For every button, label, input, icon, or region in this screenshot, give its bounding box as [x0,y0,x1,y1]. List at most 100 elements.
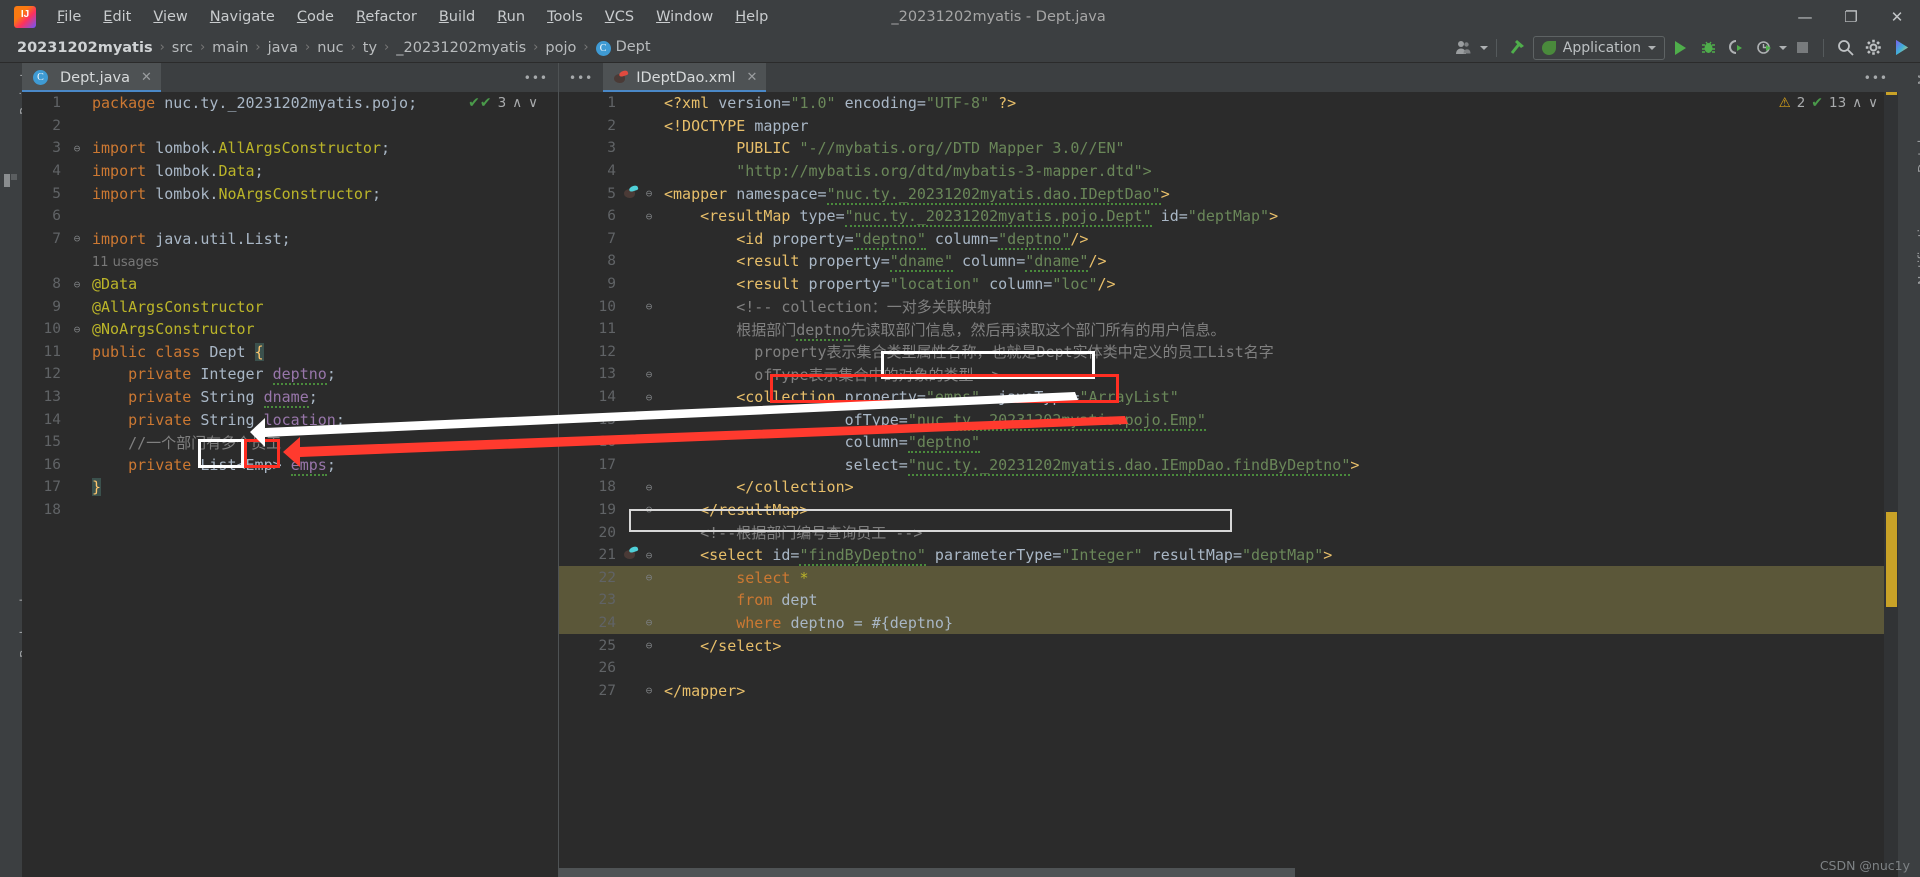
code-line[interactable]: 19 ⊖ </resultMap> [559,499,1898,522]
editor-options-kebab-icon[interactable]: • • • [1854,63,1898,92]
next-problem-icon[interactable]: ∨ [1868,95,1878,111]
menu-code[interactable]: Code [286,4,345,30]
code-line[interactable]: 4 "http://mybatis.org/dtd/mybatis-3-mapp… [559,160,1898,183]
fold-marker-icon[interactable]: ⊖ [640,571,658,584]
breadcrumb-item-dept[interactable]: C Dept [593,37,654,58]
code-line[interactable]: 24 ⊖ where deptno = #{deptno} [559,611,1898,635]
code-line[interactable]: 11 根据部门deptno先读取部门信息，然后再读取这个部门所有的用户信息。 [559,318,1898,341]
close-icon[interactable]: ✕ [141,70,152,85]
menu-vcs[interactable]: VCS [594,4,645,30]
structure-icon[interactable] [4,173,18,187]
fold-marker-icon[interactable]: ⊖ [68,142,86,155]
breadcrumb-item-src[interactable]: src [169,38,196,58]
breadcrumb-item--20231202myatis[interactable]: _20231202myatis [393,38,529,58]
code-line[interactable]: 21 ⊖ <select id="findByDeptno" parameterT… [559,544,1898,567]
tab-options-kebab-icon[interactable]: • • • [514,63,558,92]
fold-marker-icon[interactable]: ⊖ [640,210,658,223]
code-line[interactable]: 5 ⊖ <mapper namespace="nuc.ty._20231202mya… [559,182,1898,205]
menu-help[interactable]: Help [724,4,779,30]
close-icon[interactable]: ✕ [747,70,758,85]
code-line[interactable]: 26 [559,657,1898,680]
code-line[interactable]: 23 from dept [559,589,1898,612]
breadcrumb-item-java[interactable]: java [265,38,301,58]
tab-ideptdao-xml[interactable]: IDeptDao.xml ✕ [603,63,767,92]
fold-marker-icon[interactable]: ⊖ [68,278,86,291]
code-line[interactable]: 25 ⊖ </select> [559,634,1898,657]
prev-problem-icon[interactable]: ∧ [1852,95,1862,111]
breadcrumb-item-ty[interactable]: ty [360,38,380,58]
mybatis-gutter-icon[interactable] [623,185,640,203]
prev-problem-icon[interactable]: ∧ [512,95,522,111]
code-line[interactable]: 20 <!--根据部门编号查询员工 --> [559,521,1898,544]
code-line[interactable]: 18 [22,499,558,522]
code-line[interactable]: 4 import lombok.Data; [22,160,558,183]
code-line[interactable]: 14 ⊖ <collection property="emps" javaType… [559,386,1898,409]
menu-navigate[interactable]: Navigate [199,4,286,30]
code-line[interactable]: 3 ⊖ import lombok.AllArgsConstructor; [22,137,558,160]
code-line[interactable]: 10 ⊖ <!-- collection：一对多关联映射 [559,295,1898,318]
fold-marker-icon[interactable]: ⊖ [640,368,658,381]
fold-marker-icon[interactable]: ⊖ [640,503,658,516]
menu-tools[interactable]: Tools [536,4,594,30]
code-line[interactable]: 7 <id property="deptno" column="deptno"/… [559,228,1898,251]
user-avatar-icon[interactable] [1452,36,1478,60]
inspection-widget-right[interactable]: ⚠ 2 ✔ 13 ∧ ∨ [1779,95,1878,111]
breadcrumb-item-20231202myatis[interactable]: 20231202myatis [14,38,156,58]
menu-bar[interactable]: File Edit View Navigate Code Refactor Build Run… [46,4,779,30]
code-line[interactable]: 8 ⊖ @Data [22,273,558,296]
run-coverage-icon[interactable] [1723,36,1749,60]
code-line[interactable]: 18 ⊖ </collection> [559,476,1898,499]
menu-edit[interactable]: Edit [92,4,142,30]
code-line[interactable]: 15 ofType="nuc.ty._20231202myatis.pojo.E… [559,408,1898,431]
profiler-icon[interactable] [1751,36,1777,60]
code-line[interactable]: 9 <result property="location" column="lo… [559,273,1898,296]
fold-marker-icon[interactable]: ⊖ [68,323,86,336]
code-line[interactable]: 17 select="nuc.ty._20231202myatis.dao.IE… [559,454,1898,477]
search-everywhere-icon[interactable] [1832,36,1858,60]
code-line[interactable]: 2 <!DOCTYPE mapper [559,115,1898,138]
fold-marker-icon[interactable]: ⊖ [640,549,658,562]
code-line[interactable]: 9 @AllArgsConstructor [22,295,558,318]
tab-options-kebab-icon-right[interactable]: • • • [559,63,603,92]
menu-file[interactable]: File [46,4,92,30]
close-button[interactable]: ✕ [1874,0,1920,33]
code-line[interactable]: 12 private Integer deptno; [22,363,558,386]
code-line[interactable]: 15 //一个部门有多个员工 [22,431,558,454]
menu-run[interactable]: Run [486,4,536,30]
code-line[interactable]: 27 ⊖ </mapper> [559,679,1898,702]
next-problem-icon[interactable]: ∨ [528,95,538,111]
code-line[interactable]: 6 ⊖ <resultMap type="nuc.ty._20231202myat… [559,205,1898,228]
code-line[interactable]: 13 private String dname; [22,386,558,409]
updates-icon[interactable] [1888,36,1914,60]
minimize-button[interactable]: — [1782,0,1828,33]
error-stripe-gutter[interactable] [1884,92,1898,868]
usage-inlay-hint[interactable]: 11 usages [92,255,159,270]
menu-build[interactable]: Build [428,4,486,30]
tab-dept-java[interactable]: C Dept.java ✕ [22,63,161,92]
avatar-dropdown-caret-icon[interactable] [1479,45,1488,50]
code-line[interactable]: 13 ⊖ ofType表示集合中的对象的类型--> [559,363,1898,386]
code-line[interactable]: 5 import lombok.NoArgsConstructor; [22,182,558,205]
code-line[interactable]: 11 usages [22,250,558,273]
code-line[interactable]: 8 <result property="dname" column="dname… [559,250,1898,273]
sidebar-item-maven[interactable]: Maven [1915,44,1920,85]
menu-window[interactable]: Window [645,4,724,30]
code-line[interactable]: 11 public class Dept { [22,341,558,364]
run-icon[interactable] [1667,36,1693,60]
fold-marker-icon[interactable]: ⊖ [640,639,658,652]
code-line[interactable]: 22 ⊖ select * [559,566,1898,590]
code-line[interactable]: 7 ⊖ import java.util.List; [22,228,558,251]
inspection-widget-left[interactable]: ✔✔ 3 ∧ ∨ [468,95,538,111]
code-line[interactable]: 1 <?xml version="1.0" encoding="UTF-8" ?> [559,92,1898,115]
breadcrumb-item-pojo[interactable]: pojo [542,38,579,58]
fold-marker-icon[interactable]: ⊖ [640,616,658,629]
fold-marker-icon[interactable]: ⊖ [640,300,658,313]
code-editor-ideptdao-xml[interactable]: ⚠ 2 ✔ 13 ∧ ∨ 1 <?xml version="1.0" encodi… [559,92,1898,868]
breadcrumb-item-main[interactable]: main [209,38,251,58]
code-editor-dept-java[interactable]: ✔✔ 3 ∧ ∨ 1 package nuc.ty._20231202myatis… [22,92,558,877]
code-line[interactable]: 3 PUBLIC "-//mybatis.org//DTD Mapper 3.0… [559,137,1898,160]
code-line[interactable]: 17} [22,476,558,499]
code-line[interactable]: 16 private List<Emp> emps; [22,454,558,477]
mybatis-gutter-icon[interactable] [623,546,640,564]
fold-marker-icon[interactable]: ⊖ [640,481,658,494]
